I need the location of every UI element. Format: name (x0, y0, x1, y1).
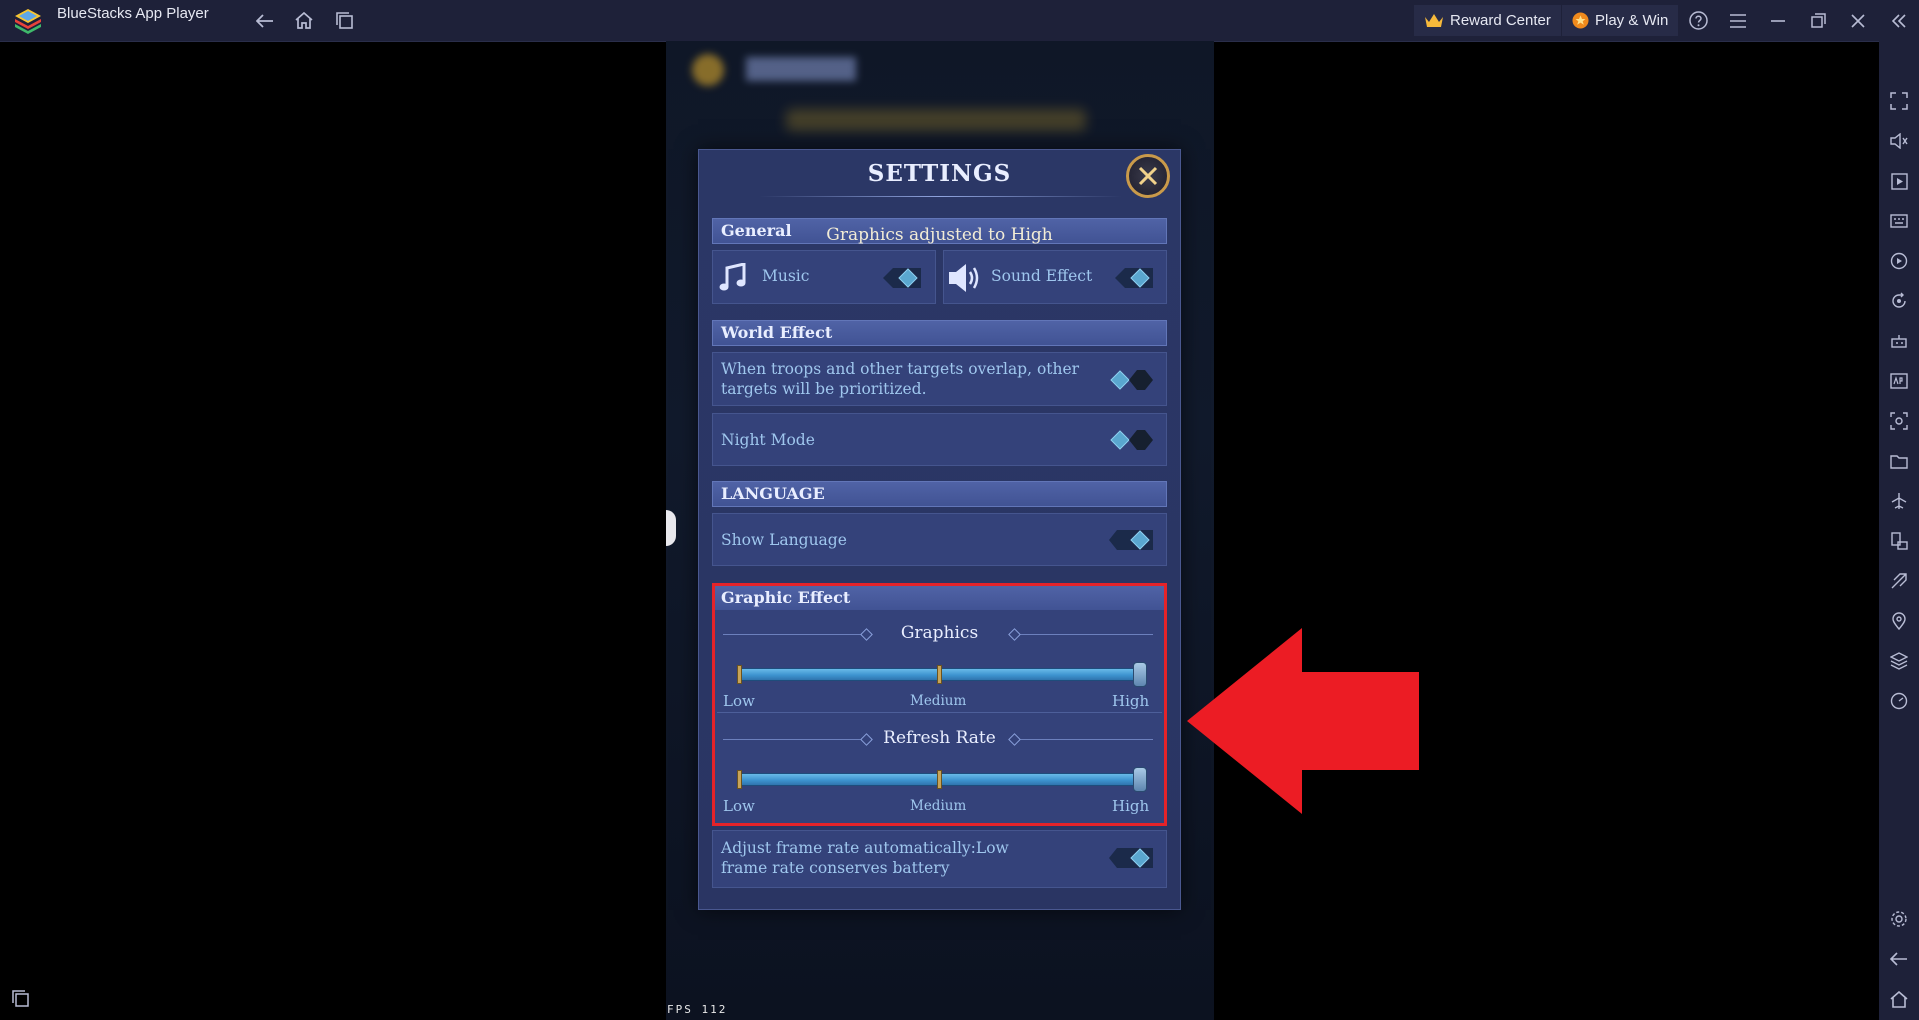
gamepad-icon[interactable] (1879, 325, 1919, 357)
sound-effect-row: Sound Effect (943, 250, 1167, 304)
folder-icon[interactable] (1879, 445, 1919, 477)
location-icon[interactable] (1879, 605, 1919, 637)
blurred-background-text (786, 109, 1086, 131)
multi-instance-icon[interactable] (1879, 525, 1919, 557)
red-arrow-icon (1187, 628, 1419, 814)
graphics-slider-knob[interactable] (1133, 662, 1147, 687)
fps-counter: FPS 112 (667, 1003, 728, 1016)
minimize-icon[interactable] (1758, 0, 1798, 41)
app-title: BlueStacks App Player (57, 5, 209, 22)
refresh-level-medium: Medium (910, 798, 967, 814)
android-home-icon[interactable] (1879, 983, 1919, 1015)
sound-effect-label: Sound Effect (991, 267, 1093, 285)
eco-mode-icon[interactable] (1879, 565, 1919, 597)
auto-frame-rate-toggle[interactable] (1109, 845, 1153, 871)
music-label: Music (762, 267, 810, 285)
night-mode-label: Night Mode (721, 431, 815, 449)
blurred-background-header-icon (692, 54, 856, 86)
settings-panel: SETTINGS General Graphics adjusted to Hi… (698, 149, 1181, 910)
graphics-level-medium: Medium (910, 693, 967, 709)
night-mode-row: Night Mode (712, 413, 1167, 466)
restore-icon[interactable] (1798, 0, 1838, 41)
refresh-rate-slider-group: Refresh Rate Low Medium High (717, 716, 1162, 821)
world-effect-header-label: World Effect (721, 323, 833, 342)
section-graphic-effect-header: Graphic Effect (715, 586, 1164, 610)
graphics-label: Graphics (900, 623, 979, 643)
layers-icon[interactable] (1879, 645, 1919, 677)
speaker-icon (949, 264, 979, 292)
graphics-tick-low (737, 665, 742, 684)
help-icon[interactable] (1678, 0, 1718, 41)
graphics-tick-medium (937, 665, 942, 684)
graphics-level-low: Low (723, 692, 755, 710)
overlap-priority-toggle[interactable] (1109, 367, 1153, 393)
macro-icon[interactable] (1879, 245, 1919, 277)
right-sidebar (1879, 41, 1919, 1020)
close-icon (1138, 166, 1158, 186)
apk-icon[interactable] (1879, 365, 1919, 397)
auto-frame-rate-text: Adjust frame rate automatically:Low fram… (721, 839, 1009, 877)
android-back-icon[interactable] (1879, 943, 1919, 975)
reward-center-label: Reward Center (1450, 12, 1551, 29)
show-language-toggle[interactable] (1109, 527, 1153, 553)
graphic-effect-highlight: Graphic Effect Graphics Low Medium High … (712, 583, 1167, 826)
graphics-toast: Graphics adjusted to High (826, 225, 1053, 245)
music-note-icon (719, 263, 746, 291)
settings-title: SETTINGS (867, 160, 1012, 187)
volume-mute-icon[interactable] (1879, 125, 1919, 157)
auto-frame-rate-row: Adjust frame rate automatically:Low fram… (712, 830, 1167, 888)
refresh-tick-medium (937, 770, 942, 789)
refresh-rate-slider[interactable] (737, 767, 1147, 792)
play-win-button[interactable]: Play & Win (1562, 5, 1679, 36)
graphics-slider-group: Graphics Low Medium High (717, 612, 1162, 713)
section-language-header: LANGUAGE (712, 481, 1167, 507)
performance-icon[interactable] (1879, 685, 1919, 717)
refresh-rate-slider-knob[interactable] (1133, 767, 1147, 792)
show-language-label: Show Language (721, 531, 847, 549)
menu-icon[interactable] (1718, 0, 1758, 41)
sound-effect-toggle[interactable] (1109, 265, 1153, 291)
media-icon[interactable] (1879, 165, 1919, 197)
title-bar: BlueStacks App Player Reward Center Play… (0, 0, 1919, 42)
play-win-label: Play & Win (1595, 12, 1669, 29)
refresh-level-high: High (1112, 797, 1150, 815)
home-icon[interactable] (284, 0, 324, 41)
close-window-icon[interactable] (1838, 0, 1878, 41)
overlap-priority-row: When troops and other targets overlap, o… (712, 352, 1167, 406)
rotate-icon[interactable] (1879, 285, 1919, 317)
collapse-sidebar-icon[interactable] (1879, 0, 1919, 41)
refresh-rate-label: Refresh Rate (883, 728, 996, 748)
music-row: Music (712, 250, 936, 304)
keyboard-icon[interactable] (1879, 205, 1919, 237)
title-divider (759, 196, 1122, 197)
graphic-effect-header-label: Graphic Effect (721, 588, 851, 607)
crown-icon (1424, 13, 1444, 28)
night-mode-toggle[interactable] (1109, 427, 1153, 453)
overlap-priority-text: When troops and other targets overlap, o… (721, 360, 1080, 398)
graphics-level-high: High (1112, 692, 1150, 710)
section-world-effect-header: World Effect (712, 320, 1167, 346)
back-icon[interactable] (245, 0, 285, 41)
settings-gear-icon[interactable] (1879, 903, 1919, 935)
reward-center-button[interactable]: Reward Center (1414, 5, 1561, 36)
close-settings-button[interactable] (1126, 154, 1170, 198)
airplane-icon[interactable] (1879, 485, 1919, 517)
refresh-level-low: Low (723, 797, 755, 815)
language-header-label: LANGUAGE (721, 484, 825, 503)
fullscreen-icon[interactable] (1879, 85, 1919, 117)
screenshot-icon[interactable] (1879, 405, 1919, 437)
android-recents-icon[interactable] (0, 982, 40, 1014)
graphics-slider[interactable] (737, 662, 1147, 687)
bluestacks-logo-icon (15, 9, 41, 34)
star-coin-icon (1572, 12, 1589, 29)
show-language-row: Show Language (712, 513, 1167, 566)
refresh-tick-low (737, 770, 742, 789)
recent-apps-icon[interactable] (324, 0, 364, 41)
music-toggle[interactable] (877, 265, 921, 291)
side-tab-icon[interactable] (666, 510, 676, 546)
